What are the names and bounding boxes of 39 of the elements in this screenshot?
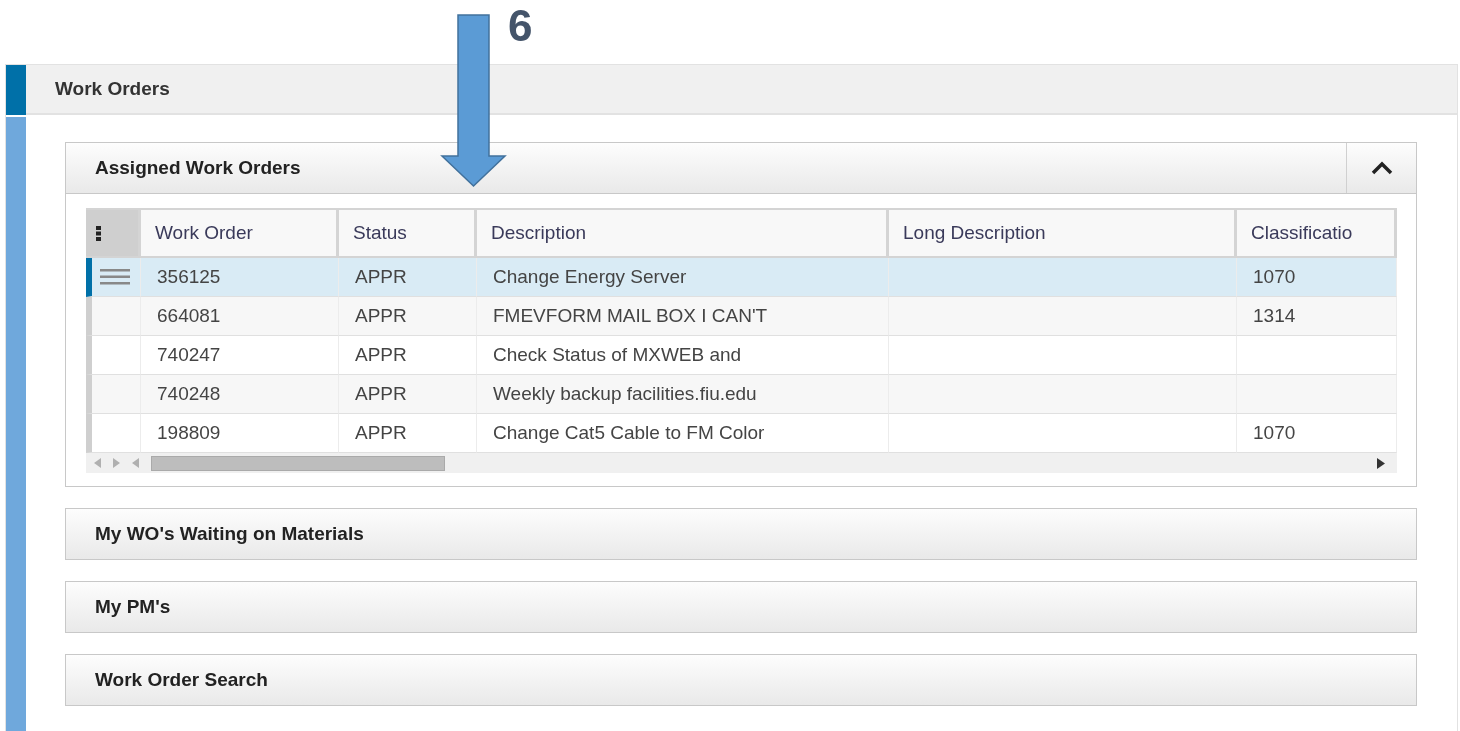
panel-title: Work Order Search <box>94 667 269 692</box>
column-header[interactable]: Description <box>477 208 889 258</box>
table-cell: APPR <box>339 258 477 297</box>
table-cell: 1314 <box>1237 297 1397 336</box>
panel-title: My PM's <box>94 594 172 619</box>
horizontal-scrollbar[interactable] <box>86 453 1397 473</box>
table-cell: 740248 <box>141 375 339 414</box>
scroll-right-icon[interactable] <box>1377 457 1385 469</box>
column-menu-cell[interactable] <box>86 208 141 258</box>
panel-header[interactable]: My PM's <box>66 582 1416 632</box>
table-cell: 356125 <box>141 258 339 297</box>
table-cell: 1070 <box>1237 258 1397 297</box>
panel-header[interactable]: Work Order Search <box>66 655 1416 705</box>
panel-title: My WO's Waiting on Materials <box>94 521 365 546</box>
scroll-left-icon[interactable] <box>132 458 139 468</box>
accent-bar <box>6 65 26 115</box>
table-cell: Weekly backup facilities.fiu.edu <box>477 375 889 414</box>
table-cell: APPR <box>339 375 477 414</box>
panel-header[interactable]: Assigned Work Orders <box>66 143 1416 193</box>
table-cell: APPR <box>339 297 477 336</box>
chevron-up-icon <box>1370 161 1393 175</box>
table-cell: FMEVFORM MAIL BOX I CAN'T <box>477 297 889 336</box>
row-handle[interactable] <box>86 375 141 414</box>
row-handle[interactable] <box>86 258 141 297</box>
column-header[interactable]: Classificatio <box>1237 208 1397 258</box>
table-cell: Change Energy Server <box>477 258 889 297</box>
panel-title: Assigned Work Orders <box>94 155 302 180</box>
menu-icon <box>100 269 130 285</box>
column-header[interactable]: Long Description <box>889 208 1237 258</box>
scroll-left-icon[interactable] <box>94 458 101 468</box>
column-header[interactable]: Work Order <box>141 208 339 258</box>
scrollbar-thumb[interactable] <box>151 455 445 471</box>
section-title: Work Orders <box>55 76 170 101</box>
panel-header[interactable]: My WO's Waiting on Materials <box>66 509 1416 559</box>
row-handle[interactable] <box>86 297 141 336</box>
column-header[interactable]: Status <box>339 208 477 258</box>
table-cell: 664081 <box>141 297 339 336</box>
kebab-menu-icon <box>96 225 101 241</box>
annotation-label: 6 <box>508 0 533 52</box>
